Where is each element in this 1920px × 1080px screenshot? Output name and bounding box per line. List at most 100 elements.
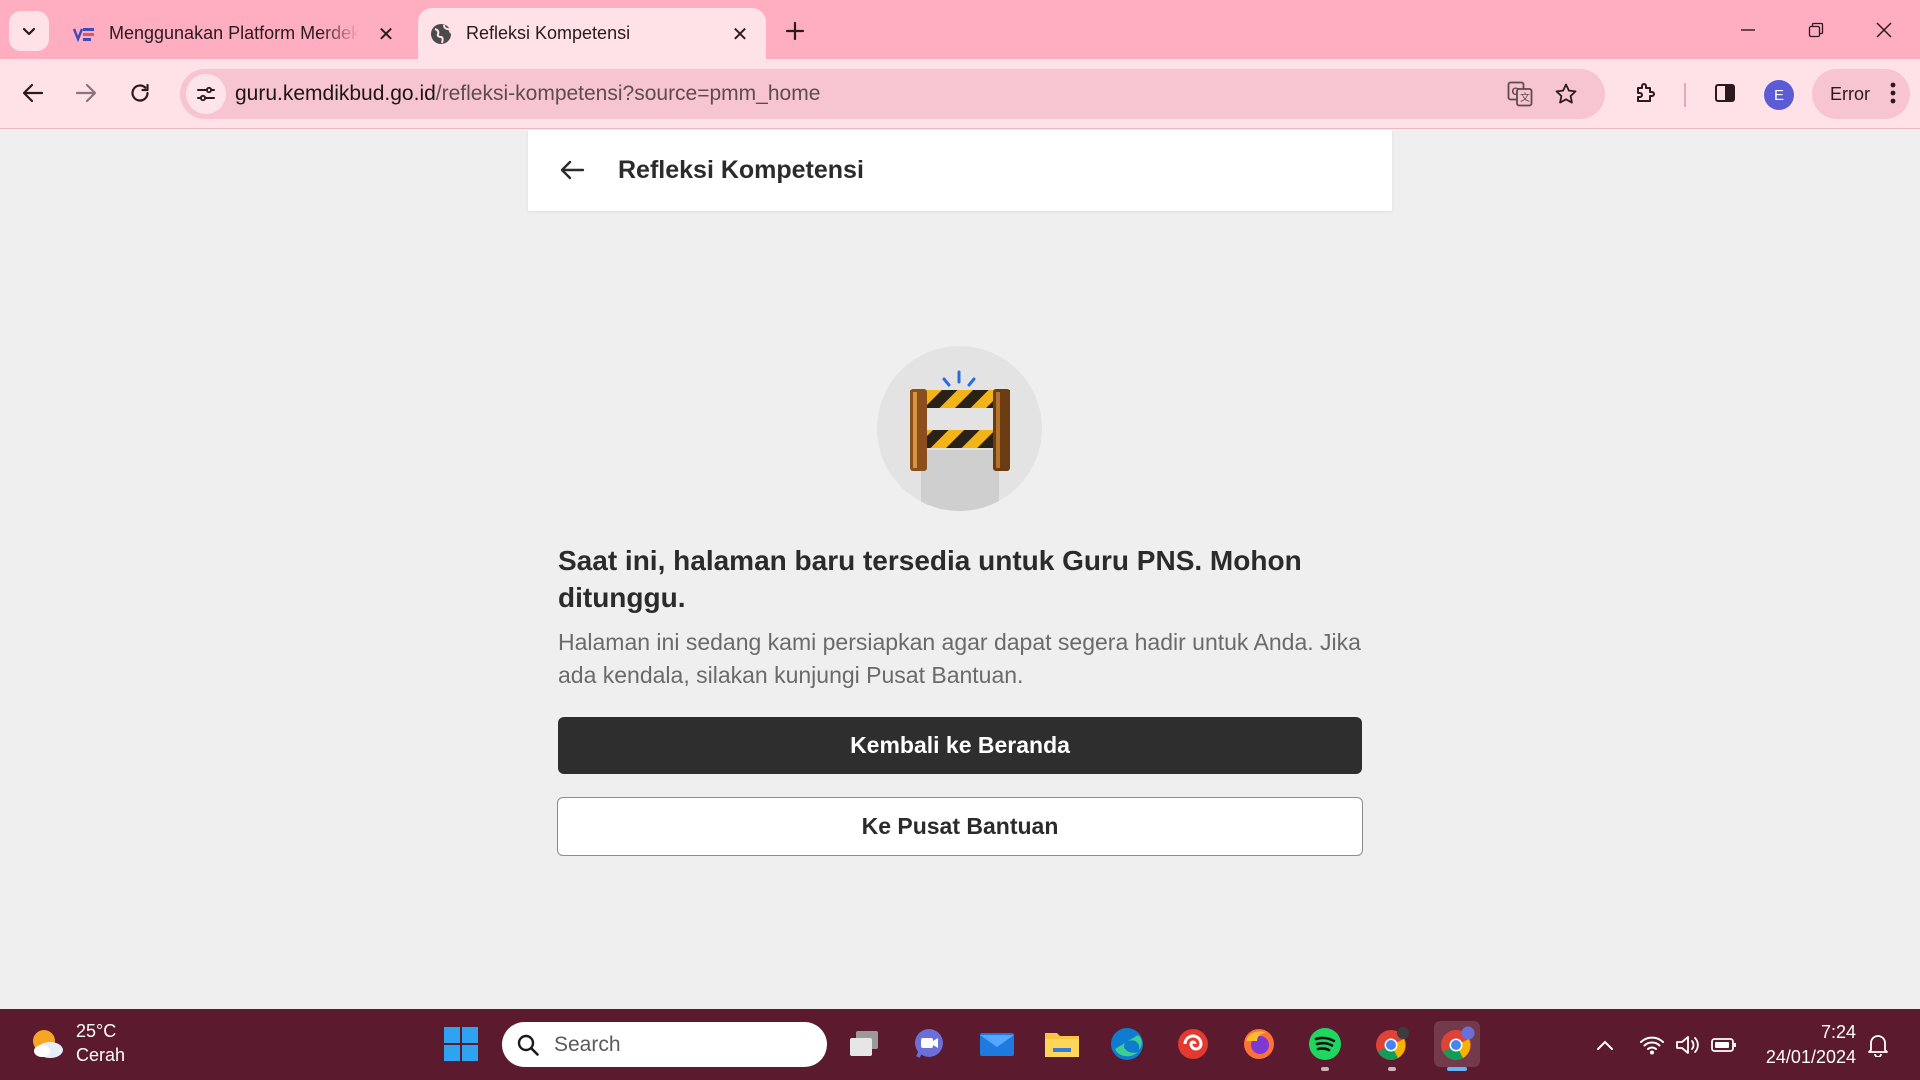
tab-search-button[interactable]: [9, 11, 49, 51]
tab-pmm[interactable]: Menggunakan Platform Merdeka Mengajar ✕: [60, 8, 412, 59]
help-center-button[interactable]: Ke Pusat Bantuan: [557, 797, 1363, 856]
chrome-icon: [1376, 1027, 1409, 1060]
translate-button[interactable]: G文: [1504, 78, 1536, 110]
side-panel-icon: [1715, 84, 1735, 102]
tune-icon: [197, 86, 215, 102]
show-hidden-icons-button[interactable]: [1587, 1027, 1623, 1063]
close-window-button[interactable]: [1854, 6, 1914, 54]
error-label: Error: [1830, 83, 1870, 104]
tab-strip: Menggunakan Platform Merdeka Mengajar ✕ …: [0, 0, 1920, 59]
tab-title: Menggunakan Platform Merdeka Mengajar: [109, 23, 359, 43]
svg-text:文: 文: [1520, 91, 1530, 104]
sun-cloud-icon: [33, 1030, 63, 1058]
task-view-icon: [850, 1031, 878, 1056]
site-info-button[interactable]: [186, 74, 226, 114]
reload-icon: [131, 83, 149, 102]
firefox-button[interactable]: [1236, 1021, 1282, 1067]
tab-title: Refleksi Kompetensi: [466, 23, 631, 43]
url-path: /refleksi-kompetensi?source=pmm_home: [435, 82, 821, 105]
more-vertical-icon[interactable]: [1890, 81, 1896, 105]
wifi-icon: [1640, 1036, 1664, 1055]
mail-icon: [980, 1033, 1014, 1056]
clock[interactable]: 7:24 24/01/2024: [1752, 1020, 1856, 1070]
pmm-logo-icon: [73, 23, 95, 45]
volume-icon: [1676, 1036, 1699, 1054]
arrow-left-icon: [22, 83, 44, 103]
edge-button[interactable]: [1104, 1021, 1150, 1067]
chat-icon: [915, 1029, 943, 1058]
url-text[interactable]: guru.kemdikbud.go.id/refleksi-kompetensi…: [235, 82, 820, 106]
translate-icon: G文: [1507, 81, 1533, 107]
weather-temperature: 25°C: [76, 1021, 117, 1041]
back-to-home-button[interactable]: Kembali ke Beranda: [558, 717, 1362, 774]
teams-chat-button[interactable]: [906, 1021, 952, 1067]
folder-icon: [1045, 1033, 1079, 1057]
running-indicator: [1321, 1067, 1329, 1071]
chrome-profile-button[interactable]: [1369, 1021, 1415, 1071]
spotify-button[interactable]: [1302, 1021, 1348, 1071]
chrome-icon: [1441, 1026, 1475, 1060]
reload-button[interactable]: [120, 73, 160, 113]
extensions-button[interactable]: [1626, 73, 1666, 113]
mail-button[interactable]: [974, 1021, 1020, 1067]
clock-time: 7:24: [1820, 1022, 1856, 1042]
minimize-icon: [1741, 29, 1755, 31]
notice-heading: Saat ini, halaman baru tersedia untuk Gu…: [558, 545, 1302, 613]
barrier-icon: [910, 370, 1010, 511]
search-placeholder: Search: [554, 1032, 621, 1056]
plus-icon: [785, 21, 805, 41]
new-tab-button[interactable]: [778, 14, 812, 48]
address-bar[interactable]: guru.kemdikbud.go.id/refleksi-kompetensi…: [180, 69, 1605, 119]
back-button[interactable]: [13, 73, 53, 113]
notice-description: Halaman ini sedang kami persiapkan agar …: [558, 629, 1361, 688]
firefox-icon: [1244, 1029, 1274, 1059]
notifications-button[interactable]: [1860, 1027, 1896, 1063]
close-icon[interactable]: ✕: [374, 22, 398, 46]
bookmark-button[interactable]: [1550, 78, 1582, 110]
star-icon: [1555, 83, 1577, 104]
tab-refleksi[interactable]: Refleksi Kompetensi ✕: [418, 8, 766, 59]
wifi-button[interactable]: [1634, 1027, 1670, 1063]
profile-error-chip[interactable]: Error: [1812, 69, 1910, 119]
restore-button[interactable]: [1786, 6, 1846, 54]
restore-icon: [1808, 22, 1824, 38]
taskbar-search[interactable]: Search: [502, 1022, 827, 1067]
running-indicator: [1447, 1067, 1467, 1071]
browser-toolbar: guru.kemdikbud.go.id/refleksi-kompetensi…: [0, 59, 1920, 129]
chevron-down-icon: [22, 27, 36, 36]
windows-taskbar: 25°C Cerah Search 7:24 24/01/2024: [0, 1009, 1920, 1080]
page-back-button[interactable]: [554, 152, 590, 188]
app-swirl-icon: [1178, 1029, 1208, 1059]
globe-icon: [430, 23, 452, 45]
profile-avatar[interactable]: E: [1764, 80, 1794, 110]
battery-icon: [1711, 1038, 1736, 1052]
file-explorer-button[interactable]: [1039, 1021, 1085, 1067]
chrome-active-button[interactable]: [1434, 1021, 1480, 1071]
windows-logo-icon: [444, 1027, 478, 1061]
close-icon: [1876, 22, 1892, 38]
side-panel-button[interactable]: [1705, 73, 1745, 113]
bell-icon: [1868, 1035, 1888, 1057]
weather-description: Cerah: [76, 1045, 126, 1065]
forward-button[interactable]: [66, 73, 106, 113]
start-button[interactable]: [438, 1021, 484, 1067]
under-construction-illustration: [877, 346, 1042, 511]
minimize-button[interactable]: [1718, 6, 1778, 54]
app-button-red[interactable]: [1170, 1021, 1216, 1067]
volume-button[interactable]: [1670, 1027, 1706, 1063]
url-host: guru.kemdikbud.go.id: [235, 82, 436, 105]
search-icon: [517, 1034, 539, 1056]
arrow-left-icon: [560, 160, 585, 180]
edge-icon: [1111, 1028, 1143, 1060]
close-icon[interactable]: ✕: [728, 22, 752, 46]
chevron-up-icon: [1597, 1040, 1613, 1050]
puzzle-icon: [1637, 83, 1655, 102]
task-view-button[interactable]: [841, 1021, 887, 1067]
battery-button[interactable]: [1706, 1027, 1742, 1063]
clock-date: 24/01/2024: [1765, 1047, 1856, 1067]
running-indicator: [1388, 1067, 1396, 1071]
weather-widget[interactable]: 25°C Cerah: [28, 1019, 125, 1067]
spotify-icon: [1309, 1028, 1341, 1060]
toolbar-divider: [1684, 83, 1686, 107]
arrow-right-icon: [75, 83, 97, 103]
